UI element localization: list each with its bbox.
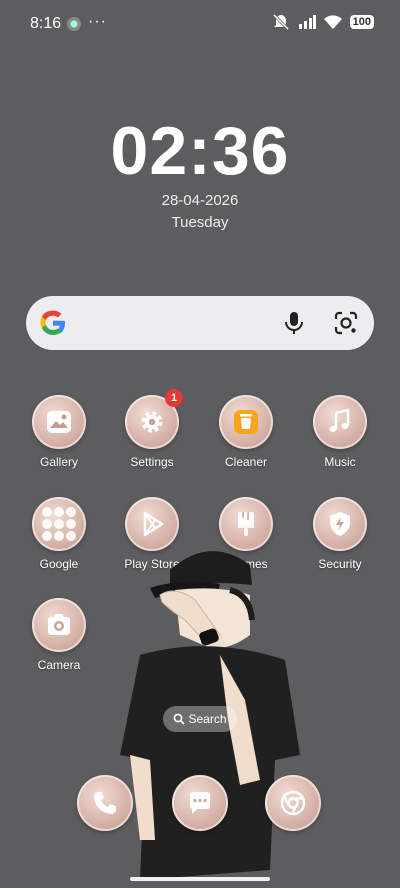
status-bar: 8:16 ··· 100 [0,0,400,46]
camera-icon [48,614,70,635]
dock-chrome[interactable] [265,775,321,831]
play-store-icon [143,511,164,537]
camera-app-icon [32,598,86,652]
gallery-app-icon [32,395,86,449]
search-icon [174,713,186,725]
notification-badge: 1 [165,389,183,407]
music-note-icon [329,408,350,432]
app-label: Camera [37,658,81,672]
settings-app-icon: 1 [125,389,183,449]
app-label: Settings [130,455,174,469]
mute-icon [272,14,289,30]
google-search-widget[interactable] [26,296,374,350]
app-settings[interactable]: 1 Settings [107,389,197,469]
shield-icon [330,512,350,536]
chrome-icon [280,790,306,816]
clock-day: Tuesday [171,214,229,231]
music-app-icon [313,395,367,449]
app-gallery[interactable]: Gallery [14,395,104,469]
dock-messages[interactable] [172,775,228,831]
wifi-icon [323,15,342,29]
trash-icon [234,410,258,434]
app-music[interactable]: Music [295,395,385,469]
clock-date: 28-04-2026 [161,192,239,209]
battery-indicator: 100 [349,15,374,29]
app-label: Gallery [39,455,78,469]
app-cleaner[interactable]: Cleaner [201,395,291,469]
app-label: Music [324,455,356,469]
home-search-button[interactable]: Search [163,706,237,732]
lens-icon[interactable] [332,309,360,337]
notification-app-icon [67,17,81,31]
cleaner-app-icon [219,395,273,449]
security-app-icon [313,497,367,551]
signal-icon [298,15,316,29]
google-logo-icon [40,310,65,335]
mic-icon[interactable] [280,309,308,337]
app-label: Google [39,557,79,571]
gear-icon [141,411,163,433]
folder-icon [32,497,86,551]
app-camera[interactable]: Camera [14,598,104,672]
folder-app-previews [42,507,76,541]
more-notifications-icon: ··· [88,13,107,30]
clock-time[interactable]: 02:36 [0,112,400,190]
gesture-navigation-bar[interactable] [130,877,270,881]
brush-icon [238,512,254,536]
phone-icon [94,792,116,814]
app-label: Cleaner [224,455,268,469]
dock-phone[interactable] [77,775,133,831]
app-google-folder[interactable]: Google [14,497,104,571]
message-icon [190,792,210,814]
gallery-icon [47,411,71,433]
home-search-label: Search [188,712,227,726]
status-icons: 100 [272,14,374,30]
status-time: 8:16 [30,15,62,32]
